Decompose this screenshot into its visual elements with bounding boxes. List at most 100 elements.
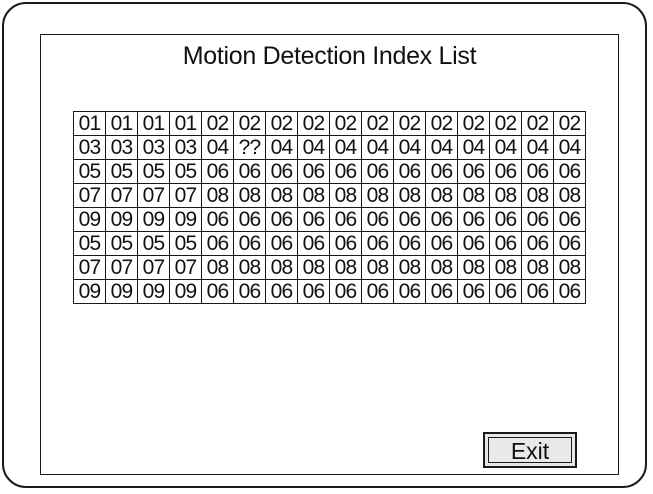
grid-cell[interactable]: 06 <box>489 159 522 184</box>
grid-cell[interactable]: 06 <box>329 159 362 184</box>
grid-cell[interactable]: 08 <box>521 183 554 208</box>
grid-cell[interactable]: 06 <box>265 231 298 256</box>
grid-cell[interactable]: 04 <box>425 135 458 160</box>
grid-cell[interactable]: 06 <box>489 279 522 304</box>
grid-cell[interactable]: 06 <box>425 279 458 304</box>
grid-cell[interactable]: 06 <box>329 207 362 232</box>
grid-cell[interactable]: 06 <box>297 231 330 256</box>
grid-cell[interactable]: 08 <box>201 255 234 280</box>
grid-cell[interactable]: 01 <box>137 111 170 136</box>
grid-cell[interactable]: 03 <box>73 135 106 160</box>
grid-cell[interactable]: 08 <box>457 255 490 280</box>
grid-cell[interactable]: 06 <box>521 279 554 304</box>
grid-cell[interactable]: 06 <box>393 231 426 256</box>
grid-cell[interactable]: 06 <box>553 207 586 232</box>
grid-cell[interactable]: 09 <box>137 207 170 232</box>
grid-cell[interactable]: 04 <box>457 135 490 160</box>
grid-cell[interactable]: 08 <box>233 183 266 208</box>
grid-cell[interactable]: 02 <box>553 111 586 136</box>
grid-cell[interactable]: 06 <box>201 279 234 304</box>
grid-cell[interactable]: 06 <box>297 279 330 304</box>
grid-cell[interactable]: 04 <box>521 135 554 160</box>
grid-cell[interactable]: 08 <box>265 183 298 208</box>
grid-cell[interactable]: 08 <box>393 183 426 208</box>
grid-cell[interactable]: 02 <box>297 111 330 136</box>
grid-cell[interactable]: 08 <box>329 183 362 208</box>
grid-cell[interactable]: 08 <box>553 255 586 280</box>
grid-cell[interactable]: 08 <box>201 183 234 208</box>
grid-cell[interactable]: 06 <box>393 207 426 232</box>
grid-cell[interactable]: 08 <box>489 183 522 208</box>
grid-cell[interactable]: 08 <box>457 183 490 208</box>
grid-cell[interactable]: 04 <box>393 135 426 160</box>
grid-cell[interactable]: 05 <box>105 231 138 256</box>
grid-cell[interactable]: 08 <box>265 255 298 280</box>
grid-cell[interactable]: 08 <box>521 255 554 280</box>
grid-cell[interactable]: 08 <box>297 255 330 280</box>
grid-cell[interactable]: 06 <box>233 207 266 232</box>
grid-cell[interactable]: 06 <box>361 159 394 184</box>
grid-cell[interactable]: 06 <box>521 207 554 232</box>
grid-cell[interactable]: 09 <box>137 279 170 304</box>
grid-cell[interactable]: 08 <box>393 255 426 280</box>
grid-cell[interactable]: 05 <box>73 231 106 256</box>
grid-cell[interactable]: 05 <box>137 159 170 184</box>
grid-cell[interactable]: 06 <box>233 231 266 256</box>
grid-cell[interactable]: 04 <box>201 135 234 160</box>
grid-cell[interactable]: 06 <box>329 279 362 304</box>
grid-cell[interactable]: 08 <box>233 255 266 280</box>
grid-cell[interactable]: 06 <box>201 159 234 184</box>
grid-cell[interactable]: 02 <box>457 111 490 136</box>
grid-cell[interactable]: 08 <box>329 255 362 280</box>
grid-cell[interactable]: 06 <box>425 231 458 256</box>
grid-cell[interactable]: 07 <box>73 255 106 280</box>
grid-cell[interactable]: 04 <box>489 135 522 160</box>
grid-cell[interactable]: 01 <box>105 111 138 136</box>
grid-cell[interactable]: 06 <box>489 207 522 232</box>
grid-cell[interactable]: ?? <box>233 135 266 160</box>
grid-cell[interactable]: 07 <box>73 183 106 208</box>
grid-cell[interactable]: 07 <box>105 255 138 280</box>
grid-cell[interactable]: 06 <box>329 231 362 256</box>
grid-cell[interactable]: 06 <box>425 207 458 232</box>
grid-cell[interactable]: 02 <box>425 111 458 136</box>
grid-cell[interactable]: 06 <box>201 207 234 232</box>
grid-cell[interactable]: 04 <box>297 135 330 160</box>
grid-cell[interactable]: 06 <box>457 231 490 256</box>
grid-cell[interactable]: 06 <box>457 279 490 304</box>
grid-cell[interactable]: 06 <box>489 231 522 256</box>
grid-cell[interactable]: 09 <box>169 279 202 304</box>
grid-cell[interactable]: 07 <box>137 183 170 208</box>
grid-cell[interactable]: 04 <box>361 135 394 160</box>
grid-cell[interactable]: 06 <box>553 279 586 304</box>
grid-cell[interactable]: 06 <box>425 159 458 184</box>
grid-cell[interactable]: 08 <box>361 255 394 280</box>
grid-cell[interactable]: 02 <box>265 111 298 136</box>
grid-cell[interactable]: 02 <box>521 111 554 136</box>
grid-cell[interactable]: 06 <box>393 159 426 184</box>
grid-cell[interactable]: 04 <box>553 135 586 160</box>
grid-cell[interactable]: 06 <box>265 279 298 304</box>
grid-cell[interactable]: 06 <box>361 231 394 256</box>
grid-cell[interactable]: 04 <box>329 135 362 160</box>
grid-cell[interactable]: 04 <box>265 135 298 160</box>
grid-cell[interactable]: 05 <box>105 159 138 184</box>
grid-cell[interactable]: 01 <box>169 111 202 136</box>
grid-cell[interactable]: 06 <box>553 159 586 184</box>
grid-cell[interactable]: 02 <box>329 111 362 136</box>
grid-cell[interactable]: 03 <box>169 135 202 160</box>
grid-cell[interactable]: 09 <box>169 207 202 232</box>
grid-cell[interactable]: 06 <box>457 207 490 232</box>
grid-cell[interactable]: 06 <box>297 159 330 184</box>
grid-cell[interactable]: 06 <box>233 279 266 304</box>
grid-cell[interactable]: 06 <box>361 207 394 232</box>
grid-cell[interactable]: 05 <box>137 231 170 256</box>
grid-cell[interactable]: 08 <box>489 255 522 280</box>
grid-cell[interactable]: 08 <box>297 183 330 208</box>
grid-cell[interactable]: 05 <box>169 231 202 256</box>
grid-cell[interactable]: 01 <box>73 111 106 136</box>
grid-cell[interactable]: 02 <box>393 111 426 136</box>
grid-cell[interactable]: 09 <box>105 279 138 304</box>
grid-cell[interactable]: 06 <box>553 231 586 256</box>
grid-cell[interactable]: 03 <box>105 135 138 160</box>
